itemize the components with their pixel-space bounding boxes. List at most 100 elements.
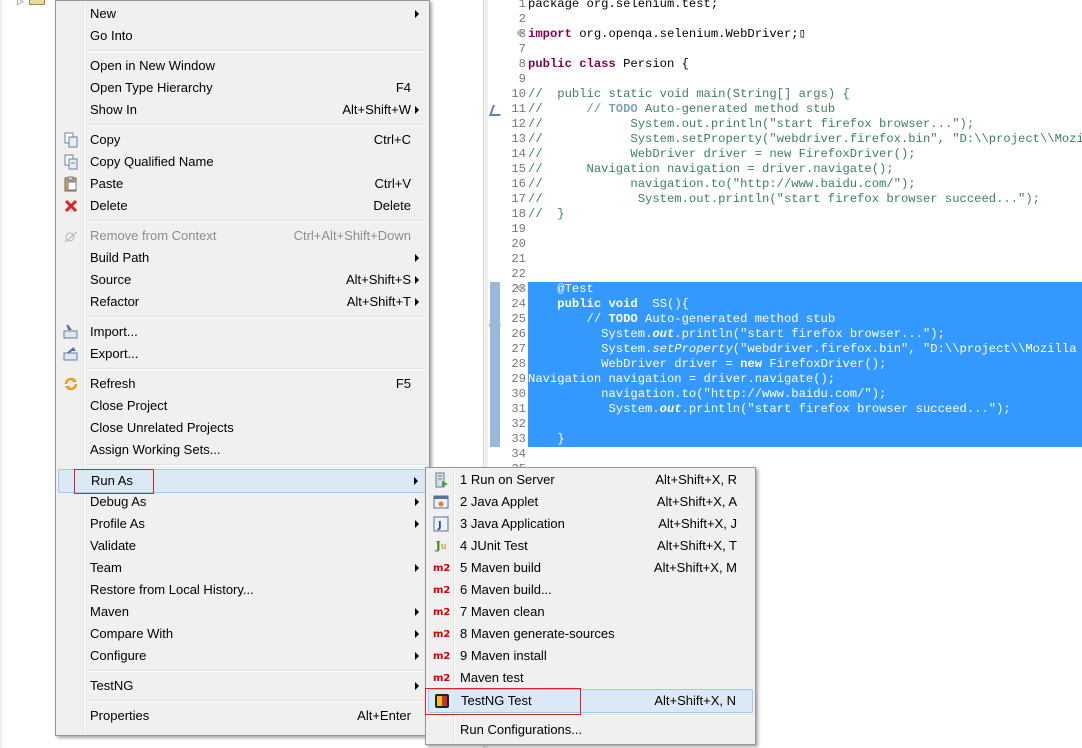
code-line[interactable]: 22 (488, 267, 1082, 282)
menu-refactor[interactable]: Refactor Alt+Shift+T (58, 291, 427, 313)
runas-run-configurations[interactable]: Run Configurations... (428, 719, 753, 741)
menu-properties[interactable]: Properties Alt+Enter (58, 705, 427, 727)
menu-source[interactable]: Source Alt+Shift+S (58, 269, 427, 291)
code-line[interactable]: 20 (488, 237, 1082, 252)
java-applet-icon (433, 494, 449, 510)
maven-icon: m2 (433, 673, 451, 684)
runas-maven-clean[interactable]: m2 7 Maven clean (428, 601, 753, 623)
menu-build-path[interactable]: Build Path (58, 247, 427, 269)
menu-debug-as[interactable]: Debug As (58, 491, 427, 513)
menu-team[interactable]: Team (58, 557, 427, 579)
menu-new[interactable]: New (58, 3, 427, 25)
code-line[interactable]: 13// System.setProperty("webdriver.firef… (488, 132, 1082, 147)
code-line[interactable]: 14// WebDriver driver = new FirefoxDrive… (488, 147, 1082, 162)
code-line[interactable]: 28 WebDriver driver = new FirefoxDriver(… (488, 357, 1082, 372)
java-application-icon: J (433, 516, 449, 532)
code-line[interactable]: 17// System.out.println("start firefox b… (488, 192, 1082, 207)
code-line[interactable]: 9 (488, 72, 1082, 87)
code-line[interactable]: 19 (488, 222, 1082, 237)
line-number: 13 (511, 132, 526, 146)
menu-go-into[interactable]: Go Into (58, 25, 427, 47)
code-text: } (528, 432, 564, 447)
code-line[interactable]: 2 (488, 12, 1082, 27)
menu-configure[interactable]: Configure (58, 645, 427, 667)
menu-item-label: Export... (90, 346, 139, 361)
line-number: 7 (518, 42, 526, 56)
menu-close-unrelated-projects[interactable]: Close Unrelated Projects (58, 417, 427, 439)
run-as-submenu: 1 Run on Server Alt+Shift+X, R 2 Java Appl… (425, 467, 756, 745)
menu-copy[interactable]: Copy Ctrl+C (58, 129, 427, 151)
code-line[interactable]: 16// navigation.to("http://www.baidu.com… (488, 177, 1082, 192)
tree-expand-icon[interactable]: ▷ (17, 0, 24, 7)
menu-item-label: TestNG (90, 678, 134, 693)
selection-ruler-mark (490, 342, 500, 357)
menu-copy-qualified-name[interactable]: Copy Qualified Name (58, 151, 427, 173)
code-token: System. (528, 327, 653, 341)
menu-refresh[interactable]: Refresh F5 (58, 373, 427, 395)
line-number: 22 (511, 267, 526, 281)
menu-testng[interactable]: TestNG (58, 675, 427, 697)
code-line[interactable]: 15// Navigation navigation = driver.navi… (488, 162, 1082, 177)
code-line[interactable]: 25 // TODO Auto-generated method stub (488, 312, 1082, 327)
menu-show-in[interactable]: Show In Alt+Shift+W (58, 99, 427, 121)
runas-run-on-server[interactable]: 1 Run on Server Alt+Shift+X, R (428, 469, 753, 491)
menu-open-in-new-window[interactable]: Open in New Window (58, 55, 427, 77)
menu-profile-as[interactable]: Profile As (58, 513, 427, 535)
menu-delete[interactable]: Delete Delete (58, 195, 427, 217)
fold-toggle-icon[interactable]: ⊖ (517, 282, 523, 297)
runas-maven-generate-sources[interactable]: m2 8 Maven generate-sources (428, 623, 753, 645)
menu-compare-with[interactable]: Compare With (58, 623, 427, 645)
code-line[interactable]: 33 } (488, 432, 1082, 447)
code-line[interactable]: 29 Navigation navigation = driver.navigat… (488, 372, 1082, 387)
code-line[interactable]: 31 System.out.println("start firefox bro… (488, 402, 1082, 417)
code-line[interactable]: 27 System.setProperty("webdriver.firefox… (488, 342, 1082, 357)
runas-maven-build[interactable]: m2 5 Maven build Alt+Shift+X, M (428, 557, 753, 579)
menu-maven[interactable]: Maven (58, 601, 427, 623)
line-number: 32 (511, 417, 526, 431)
menu-export[interactable]: Export... (58, 343, 427, 365)
code-line[interactable]: 7 (488, 42, 1082, 57)
code-line[interactable]: 1 package org.selenium.test; (488, 0, 1082, 12)
menu-import[interactable]: Import... (58, 321, 427, 343)
maven-icon: m2 (433, 629, 451, 640)
runas-maven-test[interactable]: m2 Maven test (428, 667, 753, 689)
menu-open-type-hierarchy[interactable]: Open Type Hierarchy F4 (58, 77, 427, 99)
code-line[interactable]: 11// // TODO Auto-generated method stub (488, 102, 1082, 117)
menu-assign-working-sets[interactable]: Assign Working Sets... (58, 439, 427, 461)
code-line[interactable]: 18// } (488, 207, 1082, 222)
code-text: import org.openqa.selenium.WebDriver;▯ (528, 27, 806, 42)
runas-maven-install[interactable]: m2 9 Maven install (428, 645, 753, 667)
code-line[interactable]: 21 (488, 252, 1082, 267)
code-token: // System.out.println("start firefox bro… (528, 117, 975, 131)
runas-java-applet[interactable]: 2 Java Applet Alt+Shift+X, A (428, 491, 753, 513)
submenu-arrow-icon (414, 477, 418, 485)
code-text: Navigation navigation = driver.navigate(… (528, 372, 835, 387)
code-token: Auto-generated method stub (637, 312, 836, 326)
menu-item-shortcut: Alt+Shift+X, J (658, 516, 737, 531)
menu-run-as[interactable]: Run As (58, 469, 427, 493)
code-line[interactable]: 34 (488, 447, 1082, 462)
menu-item-label: Close Unrelated Projects (90, 420, 234, 435)
code-line[interactable]: 3 ⊕ import org.openqa.selenium.WebDriver;▯ (488, 27, 1082, 42)
code-line[interactable]: 23 ⊖ @Test (488, 282, 1082, 297)
runas-java-application[interactable]: J 3 Java Application Alt+Shift+X, J (428, 513, 753, 535)
code-line[interactable]: 8 public class Persion { (488, 57, 1082, 72)
code-line[interactable]: 32 (488, 417, 1082, 432)
menu-close-project[interactable]: Close Project (58, 395, 427, 417)
runas-maven-build-dots[interactable]: m2 6 Maven build... (428, 579, 753, 601)
code-text: // WebDriver driver = new FirefoxDriver(… (528, 147, 916, 162)
code-line[interactable]: 12// System.out.println("start firefox b… (488, 117, 1082, 132)
line-number: 25 (511, 312, 526, 326)
menu-restore-from-local-history[interactable]: Restore from Local History... (58, 579, 427, 601)
code-line[interactable]: 30 navigation.to("http://www.baidu.com/"… (488, 387, 1082, 402)
menu-item-label: Source (90, 272, 132, 287)
menu-validate[interactable]: Validate (58, 535, 427, 557)
menu-paste[interactable]: Paste Ctrl+V (58, 173, 427, 195)
code-line[interactable]: 10// public static void main(String[] ar… (488, 87, 1082, 102)
runas-testng-test[interactable]: TestNG Test Alt+Shift+X, N (428, 689, 753, 713)
code-line[interactable]: 24 public void SS(){ (488, 297, 1082, 312)
submenu-arrow-icon (415, 106, 419, 114)
runas-junit-test[interactable]: Ju 4 JUnit Test Alt+Shift+X, T (428, 535, 753, 557)
fold-toggle-icon[interactable]: ⊕ (517, 27, 523, 42)
code-line[interactable]: 26 System.out.println("start firefox bro… (488, 327, 1082, 342)
